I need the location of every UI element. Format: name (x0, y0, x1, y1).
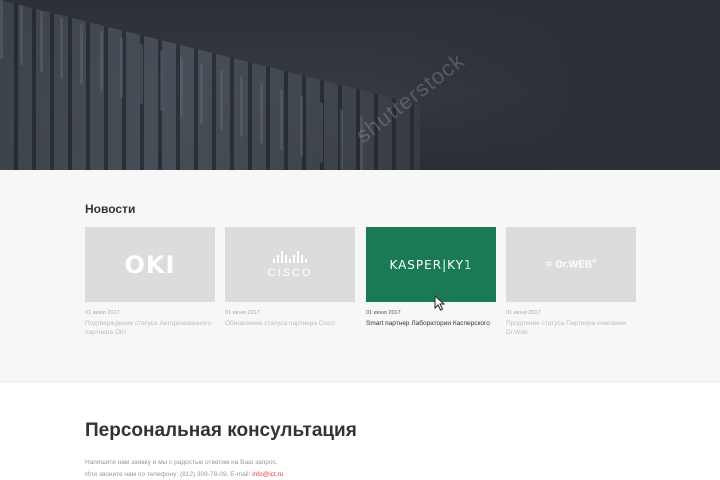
news-section: Новости OKI 01 июня 2017 Подтверждение с… (0, 170, 720, 382)
consultation-contacts: Или звоните нам по телефону: (812) 309-7… (85, 471, 283, 478)
consultation-text: Напишите нам заявку и мы с радостью отве… (85, 459, 278, 466)
news-card-oki[interactable]: OKI 01 июня 2017 Подтверждение статуса А… (85, 227, 215, 337)
news-card-thumb[interactable]: KASPER|KY1 (366, 227, 496, 302)
news-card-text[interactable]: Продление статуса Партнера компании Dr.W… (506, 319, 636, 337)
cisco-wordmark: CISCO (267, 266, 313, 279)
consultation-section: Персональная консультация Напишите нам з… (0, 383, 720, 480)
news-card-thumb[interactable]: CISCO (225, 227, 355, 302)
email-link[interactable]: info@ict.ru (252, 471, 283, 478)
mouse-pointer-icon (434, 295, 446, 311)
news-card-kaspersky[interactable]: KASPER|KY1 01 июня 2017 Smart партнер Ла… (366, 227, 496, 328)
contacts-prefix: Или звоните нам по телефону: (812) 309-7… (85, 471, 253, 478)
consultation-heading: Персональная консультация (85, 420, 357, 441)
news-card-date: 01 июня 2017 (225, 310, 260, 316)
news-card-thumb[interactable]: OKI (85, 227, 215, 302)
cisco-logo: CISCO (267, 250, 313, 279)
news-card-text[interactable]: Подтверждение статуса Авторизованного па… (85, 319, 215, 337)
news-heading: Новости (85, 202, 136, 216)
news-card-cisco[interactable]: CISCO 01 июня 2017 Обновление статуса па… (225, 227, 355, 328)
news-card-date: 01 июня 2017 (366, 310, 401, 316)
news-card-text[interactable]: Smart партнер Лаборатории Касперского (366, 319, 496, 328)
drweb-logo: ✲ Dr.WEB® (545, 258, 597, 271)
cisco-bars-icon (273, 250, 307, 263)
news-card-text[interactable]: Обновление статуса партнера Cisco (225, 319, 355, 328)
news-card-thumb[interactable]: ✲ Dr.WEB® (506, 227, 636, 302)
kaspersky-logo: KASPER|KY1 (389, 257, 473, 272)
oki-logo: OKI (124, 250, 176, 279)
news-card-date: 01 июня 2017 (85, 310, 120, 316)
news-card-date: 01 июня 2017 (506, 310, 541, 316)
news-card-drweb[interactable]: ✲ Dr.WEB® 01 июня 2017 Продление статуса… (506, 227, 636, 337)
hero-banner: shutterstock (0, 0, 720, 170)
